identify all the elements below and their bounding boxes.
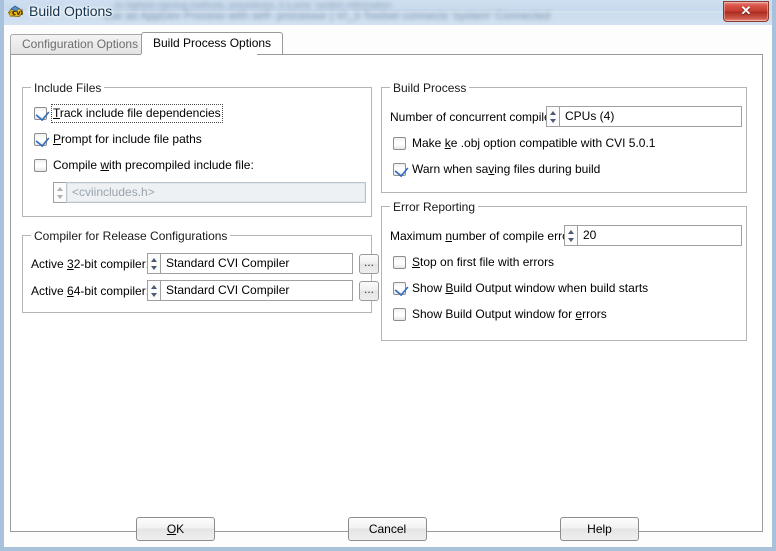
group-title-compiler-release: Compiler for Release Configurations <box>31 229 231 243</box>
dialog-client-area: Configuration Options Build Process Opti… <box>4 25 772 547</box>
spinner-down-icon <box>550 119 556 123</box>
active-32bit-compiler-input[interactable]: Standard CVI Compiler <box>160 253 353 274</box>
spinner-active-32bit-compiler[interactable] <box>147 253 160 274</box>
checkbox-box <box>393 256 406 269</box>
checkbox-label: Warn when saving files during build <box>412 162 601 176</box>
tab-configuration-options[interactable]: Configuration Options <box>10 34 151 54</box>
precompiled-include-file-input[interactable]: <cviincludes.h> <box>66 182 366 203</box>
group-title-error-reporting: Error Reporting <box>390 200 479 214</box>
active-32bit-compiler-control[interactable]: Standard CVI Compiler <box>147 253 353 274</box>
checkbox-label: Compile with precompiled include file: <box>53 158 254 172</box>
checkbox-label: Show Build Output window when build star… <box>412 281 649 295</box>
group-include-files: Include Files Track include file depende… <box>22 81 372 217</box>
ellipsis-icon: ... <box>363 282 374 296</box>
checkbox-box <box>34 132 50 148</box>
title-bar[interactable]: cvi Build Options ✕ <box>0 0 776 25</box>
ellipsis-icon: ... <box>363 255 374 269</box>
cancel-button[interactable]: Cancel <box>348 517 427 541</box>
spinner-concurrent-compiles[interactable] <box>546 106 559 127</box>
spinner-precompiled-include-file[interactable] <box>53 182 66 203</box>
window-title: Build Options <box>29 3 113 19</box>
spinner-down-icon <box>568 238 574 242</box>
spinner-active-64bit-compiler[interactable] <box>147 280 160 301</box>
checkbox-box <box>393 162 409 178</box>
label-number-of-concurrent-compiles: Number of concurrent compiles <box>390 110 557 124</box>
checkbox-box <box>34 159 47 172</box>
browse-32bit-compiler-button[interactable]: ... <box>359 254 379 274</box>
checkbox-label: Make ke .obj option compatible with CVI … <box>412 136 656 150</box>
help-button[interactable]: Help <box>560 517 639 541</box>
label-active-64bit-compiler: Active 64-bit compiler: <box>31 284 150 298</box>
concurrent-compiles-control[interactable]: CPUs (4) <box>546 106 742 127</box>
close-button[interactable]: ✕ <box>723 1 769 22</box>
active-64bit-compiler-control[interactable]: Standard CVI Compiler <box>147 280 353 301</box>
concurrent-compiles-input[interactable]: CPUs (4) <box>559 106 742 127</box>
spinner-up-icon <box>57 187 63 191</box>
group-title-build-process: Build Process <box>390 81 470 95</box>
active-tab-seam <box>141 54 257 55</box>
check-icon <box>35 132 50 148</box>
ok-button[interactable]: OK <box>136 517 215 541</box>
checkbox-label: Prompt for include file paths <box>53 132 202 146</box>
precompiled-include-file-control[interactable]: <cviincludes.h> <box>53 182 366 203</box>
group-error-reporting: Error Reporting Maximum number of compil… <box>381 200 747 341</box>
tab-build-process-options[interactable]: Build Process Options <box>141 32 284 54</box>
checkbox-label: Stop on first file with errors <box>412 255 555 269</box>
check-icon <box>394 281 409 297</box>
svg-text:cvi: cvi <box>12 9 23 17</box>
check-icon <box>35 106 50 122</box>
spinner-down-icon <box>151 293 157 297</box>
spinner-down-icon <box>151 266 157 270</box>
cvi-app-icon: cvi <box>7 3 24 20</box>
group-title-include-files: Include Files <box>31 81 105 95</box>
spinner-up-icon <box>151 285 157 289</box>
max-compile-errors-input[interactable]: 20 <box>577 225 742 246</box>
close-icon: ✕ <box>740 3 752 18</box>
spinner-up-icon <box>550 111 556 115</box>
checkbox-label: Track include file dependencies <box>51 104 223 123</box>
checkbox-box <box>393 308 406 321</box>
checkbox-box <box>393 281 409 297</box>
checkbox-box <box>393 137 406 150</box>
spinner-up-icon <box>151 258 157 262</box>
spinner-max-compile-errors[interactable] <box>564 225 577 246</box>
spinner-down-icon <box>57 195 63 199</box>
group-compiler-for-release-configurations: Compiler for Release Configurations Acti… <box>22 229 379 313</box>
build-options-dialog: ...to highest-naming methods, procedures… <box>0 0 776 551</box>
active-64bit-compiler-input[interactable]: Standard CVI Compiler <box>160 280 353 301</box>
label-maximum-number-of-compile-errors: Maximum number of compile errors: <box>390 229 583 243</box>
max-compile-errors-control[interactable]: 20 <box>564 225 742 246</box>
checkbox-box <box>34 106 50 122</box>
check-icon <box>394 162 409 178</box>
label-active-32bit-compiler: Active 32-bit compiler: <box>31 257 150 271</box>
spinner-up-icon <box>568 230 574 234</box>
group-build-process: Build Process Number of concurrent compi… <box>381 81 747 193</box>
browse-64bit-compiler-button[interactable]: ... <box>359 281 379 301</box>
checkbox-label: Show Build Output window for errors <box>412 307 607 321</box>
